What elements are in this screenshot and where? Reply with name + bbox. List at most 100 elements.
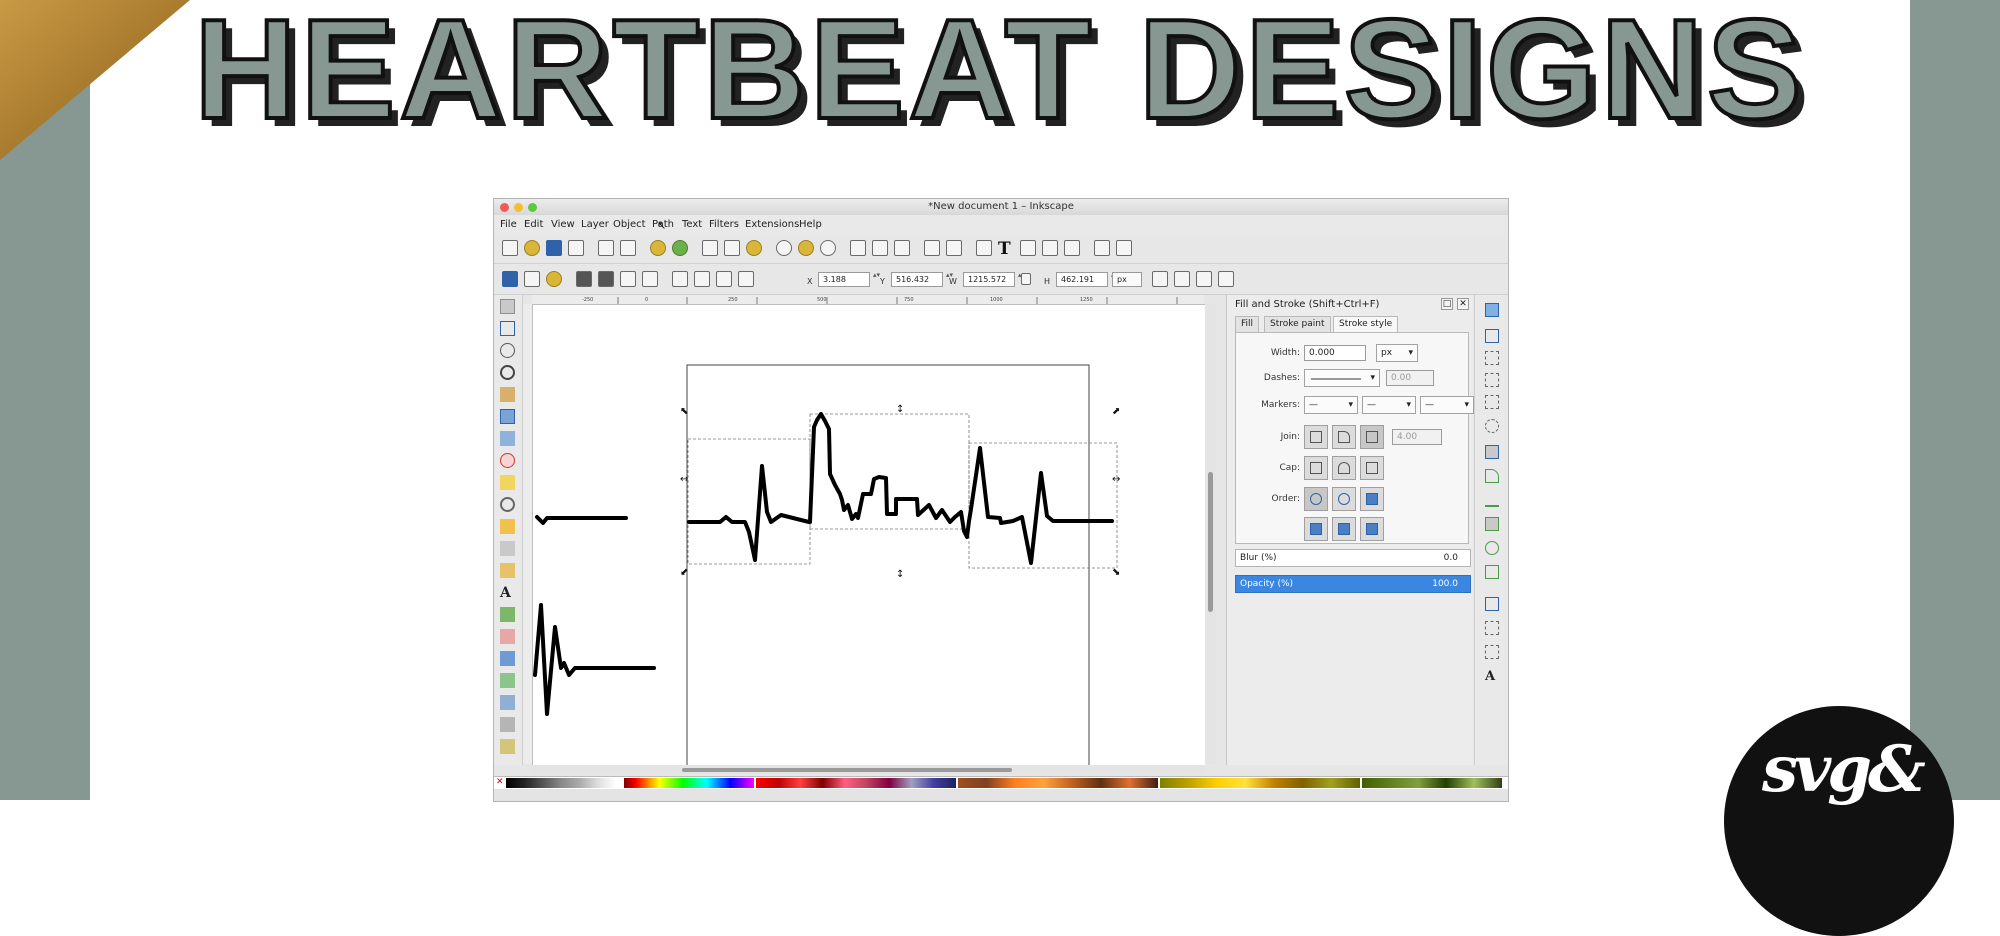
menu-object[interactable]: Object — [613, 219, 646, 230]
zoom-drawing-icon[interactable] — [798, 240, 814, 256]
scale-corners-icon[interactable] — [1174, 271, 1190, 287]
snap-bbox-corner-icon[interactable] — [1485, 373, 1499, 387]
snap-bbox-icon[interactable] — [1485, 329, 1499, 343]
yellow-swatches[interactable] — [1160, 778, 1360, 788]
raise-icon[interactable] — [694, 271, 710, 287]
redo-icon[interactable] — [672, 240, 688, 256]
dash-offset-input[interactable]: 0.00 — [1386, 370, 1434, 386]
end-marker-select[interactable]: — — [1420, 396, 1474, 414]
round-cap-button[interactable] — [1332, 456, 1356, 480]
x-field[interactable]: 3.188 — [818, 271, 879, 287]
color-palette[interactable]: ✕ — [494, 776, 1508, 789]
snap-bbox-midpoint-icon[interactable] — [1485, 395, 1499, 409]
snap-paths-icon[interactable] — [1485, 469, 1499, 483]
blur-slider[interactable]: Blur (%) 0.0 — [1235, 549, 1471, 567]
order-normal-button[interactable] — [1304, 487, 1328, 511]
select-all-layers-icon[interactable] — [524, 271, 540, 287]
start-marker-select[interactable]: — — [1304, 396, 1358, 414]
snap-text-baseline-icon[interactable]: A — [1485, 669, 1499, 684]
fill-stroke-icon[interactable] — [976, 240, 992, 256]
xml-editor-icon[interactable] — [1042, 240, 1058, 256]
opacity-slider[interactable]: Opacity (%) 100.0 — [1235, 575, 1471, 593]
connector-tool-icon[interactable] — [500, 739, 515, 754]
no-paint-swatch[interactable]: ✕ — [496, 778, 504, 788]
dock-detach-icon[interactable]: □ — [1441, 298, 1453, 310]
new-icon[interactable] — [502, 240, 518, 256]
snap-cusp-nodes-icon[interactable] — [1485, 517, 1499, 531]
orange-swatches[interactable] — [958, 778, 1158, 788]
deselect-icon[interactable] — [546, 271, 562, 287]
save-icon[interactable] — [546, 240, 562, 256]
lower-icon[interactable] — [716, 271, 732, 287]
preferences-icon[interactable] — [1094, 240, 1110, 256]
dropper-tool-icon[interactable] — [500, 717, 515, 732]
gradient-tool-icon[interactable] — [500, 673, 515, 688]
menu-layer[interactable]: Layer — [581, 219, 609, 230]
selection-handles[interactable]: ⬉ ↕ ⬈ ↔ ↔ ⬋ ↕ ⬊ — [680, 404, 1120, 580]
scale-stroke-icon[interactable] — [1152, 271, 1168, 287]
butt-cap-button[interactable] — [1304, 456, 1328, 480]
zoom-tool-icon[interactable] — [500, 365, 515, 380]
node-tool-icon[interactable] — [500, 321, 515, 336]
undo-icon[interactable] — [650, 240, 666, 256]
bevel-join-button[interactable] — [1360, 425, 1384, 449]
snap-others-icon[interactable] — [1485, 597, 1499, 611]
print-icon[interactable] — [568, 240, 584, 256]
layers-icon[interactable] — [1020, 240, 1036, 256]
snap-midpoints-icon[interactable] — [1485, 565, 1499, 579]
3d-box-tool-icon[interactable] — [500, 431, 515, 446]
snap-bbox-center-icon[interactable] — [1485, 419, 1499, 433]
menu-file[interactable]: File — [500, 219, 517, 230]
menu-text[interactable]: Text — [682, 219, 702, 230]
star-tool-icon[interactable] — [500, 475, 515, 490]
square-cap-button[interactable] — [1360, 456, 1384, 480]
cut-icon[interactable] — [724, 240, 740, 256]
eraser-tool-icon[interactable] — [500, 629, 515, 644]
snap-toggle-icon[interactable] — [1485, 303, 1499, 317]
order-stroke-fill-button[interactable] — [1332, 487, 1356, 511]
snap-bbox-edge-icon[interactable] — [1485, 351, 1499, 365]
snap-nodes-icon[interactable] — [1485, 445, 1499, 459]
zoom-selection-icon[interactable] — [776, 240, 792, 256]
rectangle-tool-icon[interactable] — [500, 409, 515, 424]
menu-help[interactable]: Help — [799, 219, 822, 230]
clone-icon[interactable] — [872, 240, 888, 256]
measure-tool-icon[interactable] — [500, 387, 515, 402]
spray-tool-icon[interactable] — [500, 607, 515, 622]
order-markers-fill-button[interactable] — [1304, 517, 1328, 541]
copy-icon[interactable] — [702, 240, 718, 256]
tweak-tool-icon[interactable] — [500, 343, 515, 358]
horizontal-scroll-thumb[interactable] — [682, 768, 1012, 772]
order-fill-markers-button[interactable] — [1360, 487, 1384, 511]
spiral-tool-icon[interactable] — [500, 497, 515, 512]
menu-view[interactable]: View — [551, 219, 575, 230]
pencil-tool-icon[interactable] — [500, 519, 515, 534]
dock-close-icon[interactable]: ✕ — [1457, 298, 1469, 310]
pen-tool-icon[interactable] — [500, 541, 515, 556]
select-all-icon[interactable] — [502, 271, 518, 287]
duplicate-icon[interactable] — [850, 240, 866, 256]
mesh-tool-icon[interactable] — [500, 695, 515, 710]
ungroup-icon[interactable] — [946, 240, 962, 256]
zoom-page-icon[interactable] — [820, 240, 836, 256]
align-icon[interactable] — [1064, 240, 1080, 256]
miter-join-button[interactable] — [1304, 425, 1328, 449]
horizontal-scrollbar[interactable] — [532, 766, 1204, 774]
y-field[interactable]: 516.432 — [891, 271, 952, 287]
drawing-canvas[interactable]: ⬉ ↕ ⬈ ↔ ↔ ⬋ ↕ ⬊ — [532, 304, 1205, 765]
tab-fill[interactable]: Fill — [1235, 316, 1260, 332]
text-tool-icon[interactable]: A — [500, 585, 515, 601]
width-input[interactable]: 0.000 — [1304, 345, 1366, 361]
flip-horizontal-icon[interactable] — [620, 271, 636, 287]
snap-intersections-icon[interactable] — [1485, 493, 1499, 507]
lower-to-bottom-icon[interactable] — [738, 271, 754, 287]
import-icon[interactable] — [598, 240, 614, 256]
round-join-button[interactable] — [1332, 425, 1356, 449]
w-field[interactable]: 1215.572 — [963, 271, 1024, 287]
selector-tool-icon[interactable] — [500, 299, 515, 314]
green-swatches[interactable] — [1362, 778, 1502, 788]
raise-to-top-icon[interactable] — [672, 271, 688, 287]
miter-limit-input[interactable]: 4.00 — [1392, 429, 1442, 445]
export-icon[interactable] — [620, 240, 636, 256]
vertical-scroll-thumb[interactable] — [1208, 472, 1213, 612]
